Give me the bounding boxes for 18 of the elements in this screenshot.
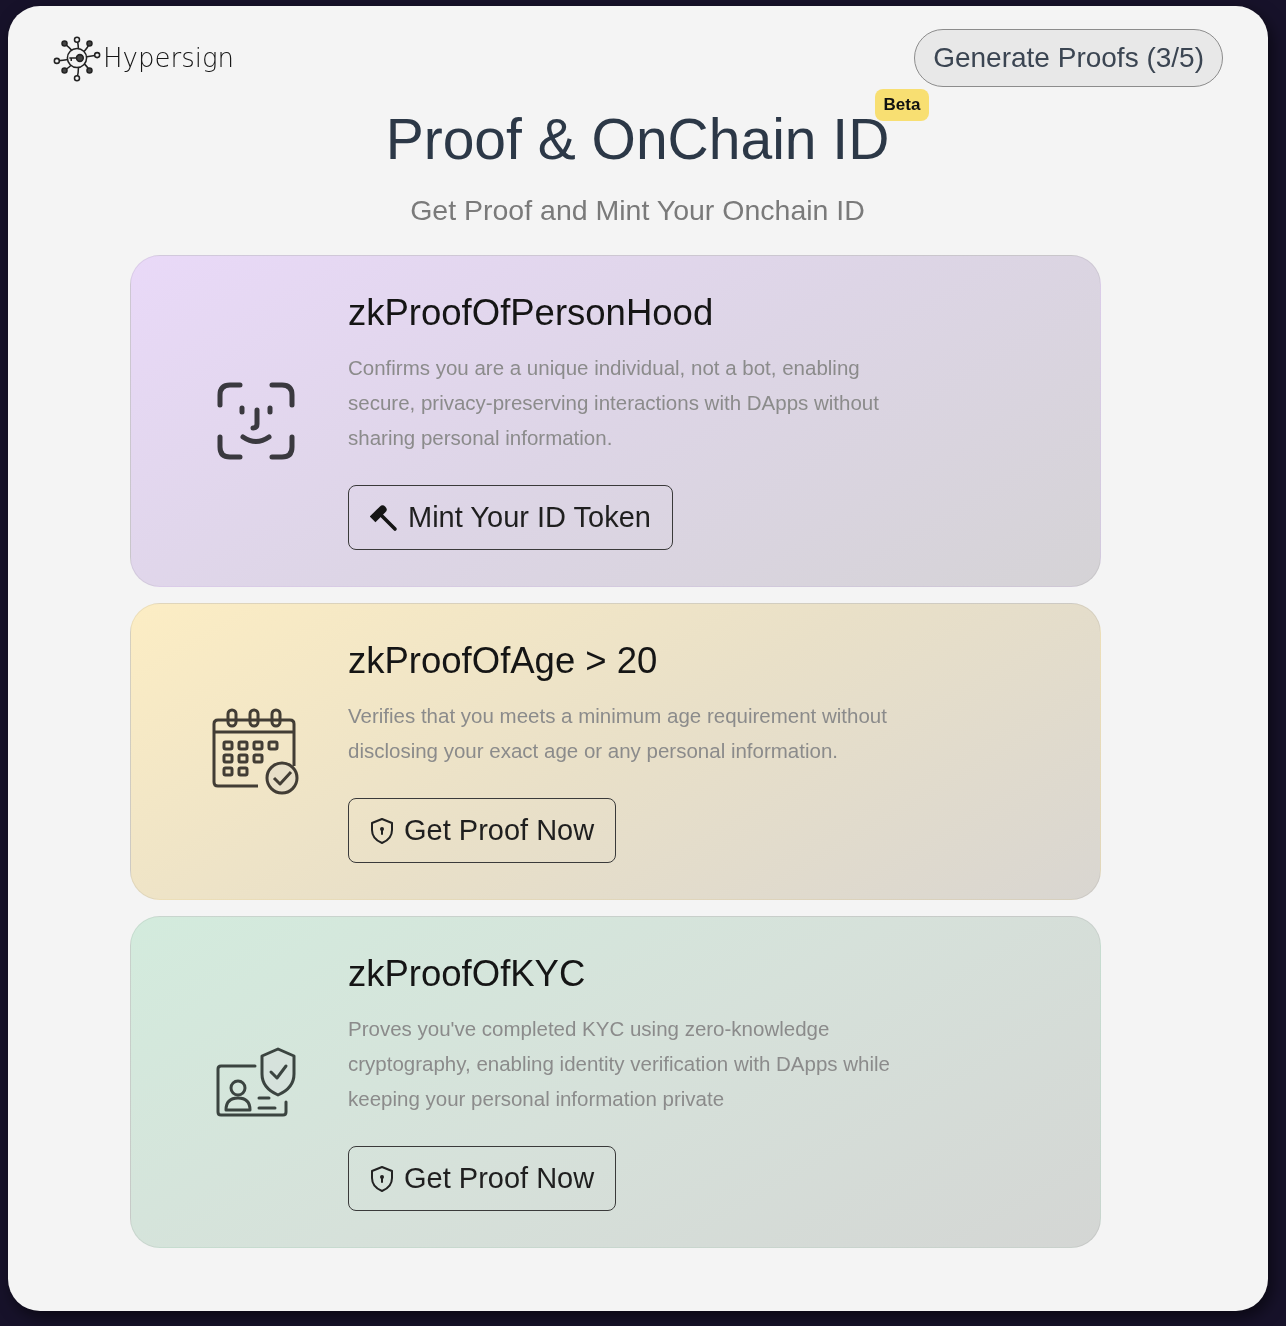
card-description: Proves you've completed KYC using zero-knowledge cryptography, enabling identity verification with DApps while keeping your personal information private xyxy=(348,1016,891,1112)
get-proof-button[interactable]: Get Proof Now xyxy=(348,1146,617,1211)
shield-keyhole-icon xyxy=(370,1164,394,1193)
get-proof-button[interactable]: Get Proof Now xyxy=(348,798,617,863)
hammer-icon xyxy=(370,503,398,532)
brand-name: Hypersign xyxy=(103,43,234,73)
card-title: zkProofOfAge > 20 xyxy=(348,639,658,683)
face-scan-icon xyxy=(216,380,296,461)
shield-keyhole-icon xyxy=(370,816,394,845)
mint-button[interactable]: Mint Your ID Token xyxy=(348,485,673,550)
logo-icon xyxy=(52,34,102,82)
id-card-shield-icon xyxy=(215,1045,297,1118)
generate-proofs-button[interactable]: Generate Proofs (3/5) xyxy=(914,29,1223,87)
card-title: zkProofOfKYC xyxy=(348,952,586,996)
card-description: Verifies that you meets a minimum age requirement without disclosing your exact age or any personal information. xyxy=(348,703,888,764)
card-description: Confirms you are a unique individual, not a bot, enabling secure, privacy-preserving interactions with DApps without sharing personal information. xyxy=(348,355,880,451)
card-title: zkProofOfPersonHood xyxy=(348,291,714,335)
page-subtitle: Get Proof and Mint Your Onchain ID xyxy=(410,193,865,228)
